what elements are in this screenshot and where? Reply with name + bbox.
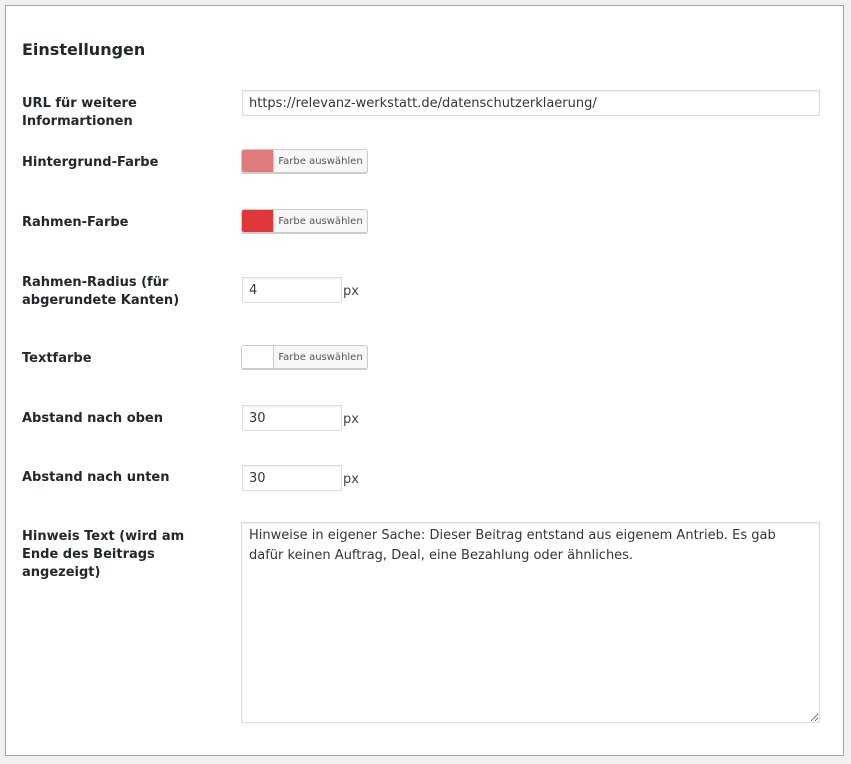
url-input[interactable] — [242, 90, 820, 116]
border-color-picker-button[interactable]: Farbe auswählen — [241, 209, 368, 233]
margin-bottom-label: Abstand nach unten — [22, 470, 170, 485]
margin-bottom-unit: px — [343, 472, 359, 487]
background-color-button-label: Farbe auswählen — [278, 155, 363, 167]
border-color-button-label: Farbe auswählen — [278, 215, 363, 227]
border-radius-label: Rahmen-Radius (für abgerundete Kanten) — [22, 275, 180, 308]
settings-panel: Einstellungen URL für weitere Informarti… — [5, 5, 844, 756]
notice-text-textarea[interactable]: Hinweise in eigener Sache: Dieser Beitra… — [241, 522, 820, 723]
text-color-button-label: Farbe auswählen — [278, 351, 363, 363]
border-radius-unit: px — [343, 284, 359, 299]
background-color-label: Hintergrund-Farbe — [22, 155, 159, 170]
notice-text-label: Hinweis Text (wird am Ende des Beitrags … — [22, 529, 185, 580]
section-title: Einstellungen — [22, 40, 146, 59]
text-color-swatch — [242, 346, 274, 368]
margin-top-unit: px — [343, 412, 359, 427]
background-color-picker-button[interactable]: Farbe auswählen — [241, 149, 368, 173]
background-color-swatch — [242, 150, 274, 172]
url-label: URL für weitere Informartionen — [22, 96, 137, 129]
text-color-label: Textfarbe — [22, 351, 92, 366]
margin-top-input[interactable] — [242, 405, 342, 431]
border-radius-input[interactable] — [242, 277, 342, 303]
border-color-swatch — [242, 210, 274, 232]
text-color-picker-button[interactable]: Farbe auswählen — [241, 345, 368, 369]
border-color-label: Rahmen-Farbe — [22, 215, 129, 230]
margin-top-label: Abstand nach oben — [22, 411, 164, 426]
margin-bottom-input[interactable] — [242, 465, 342, 491]
